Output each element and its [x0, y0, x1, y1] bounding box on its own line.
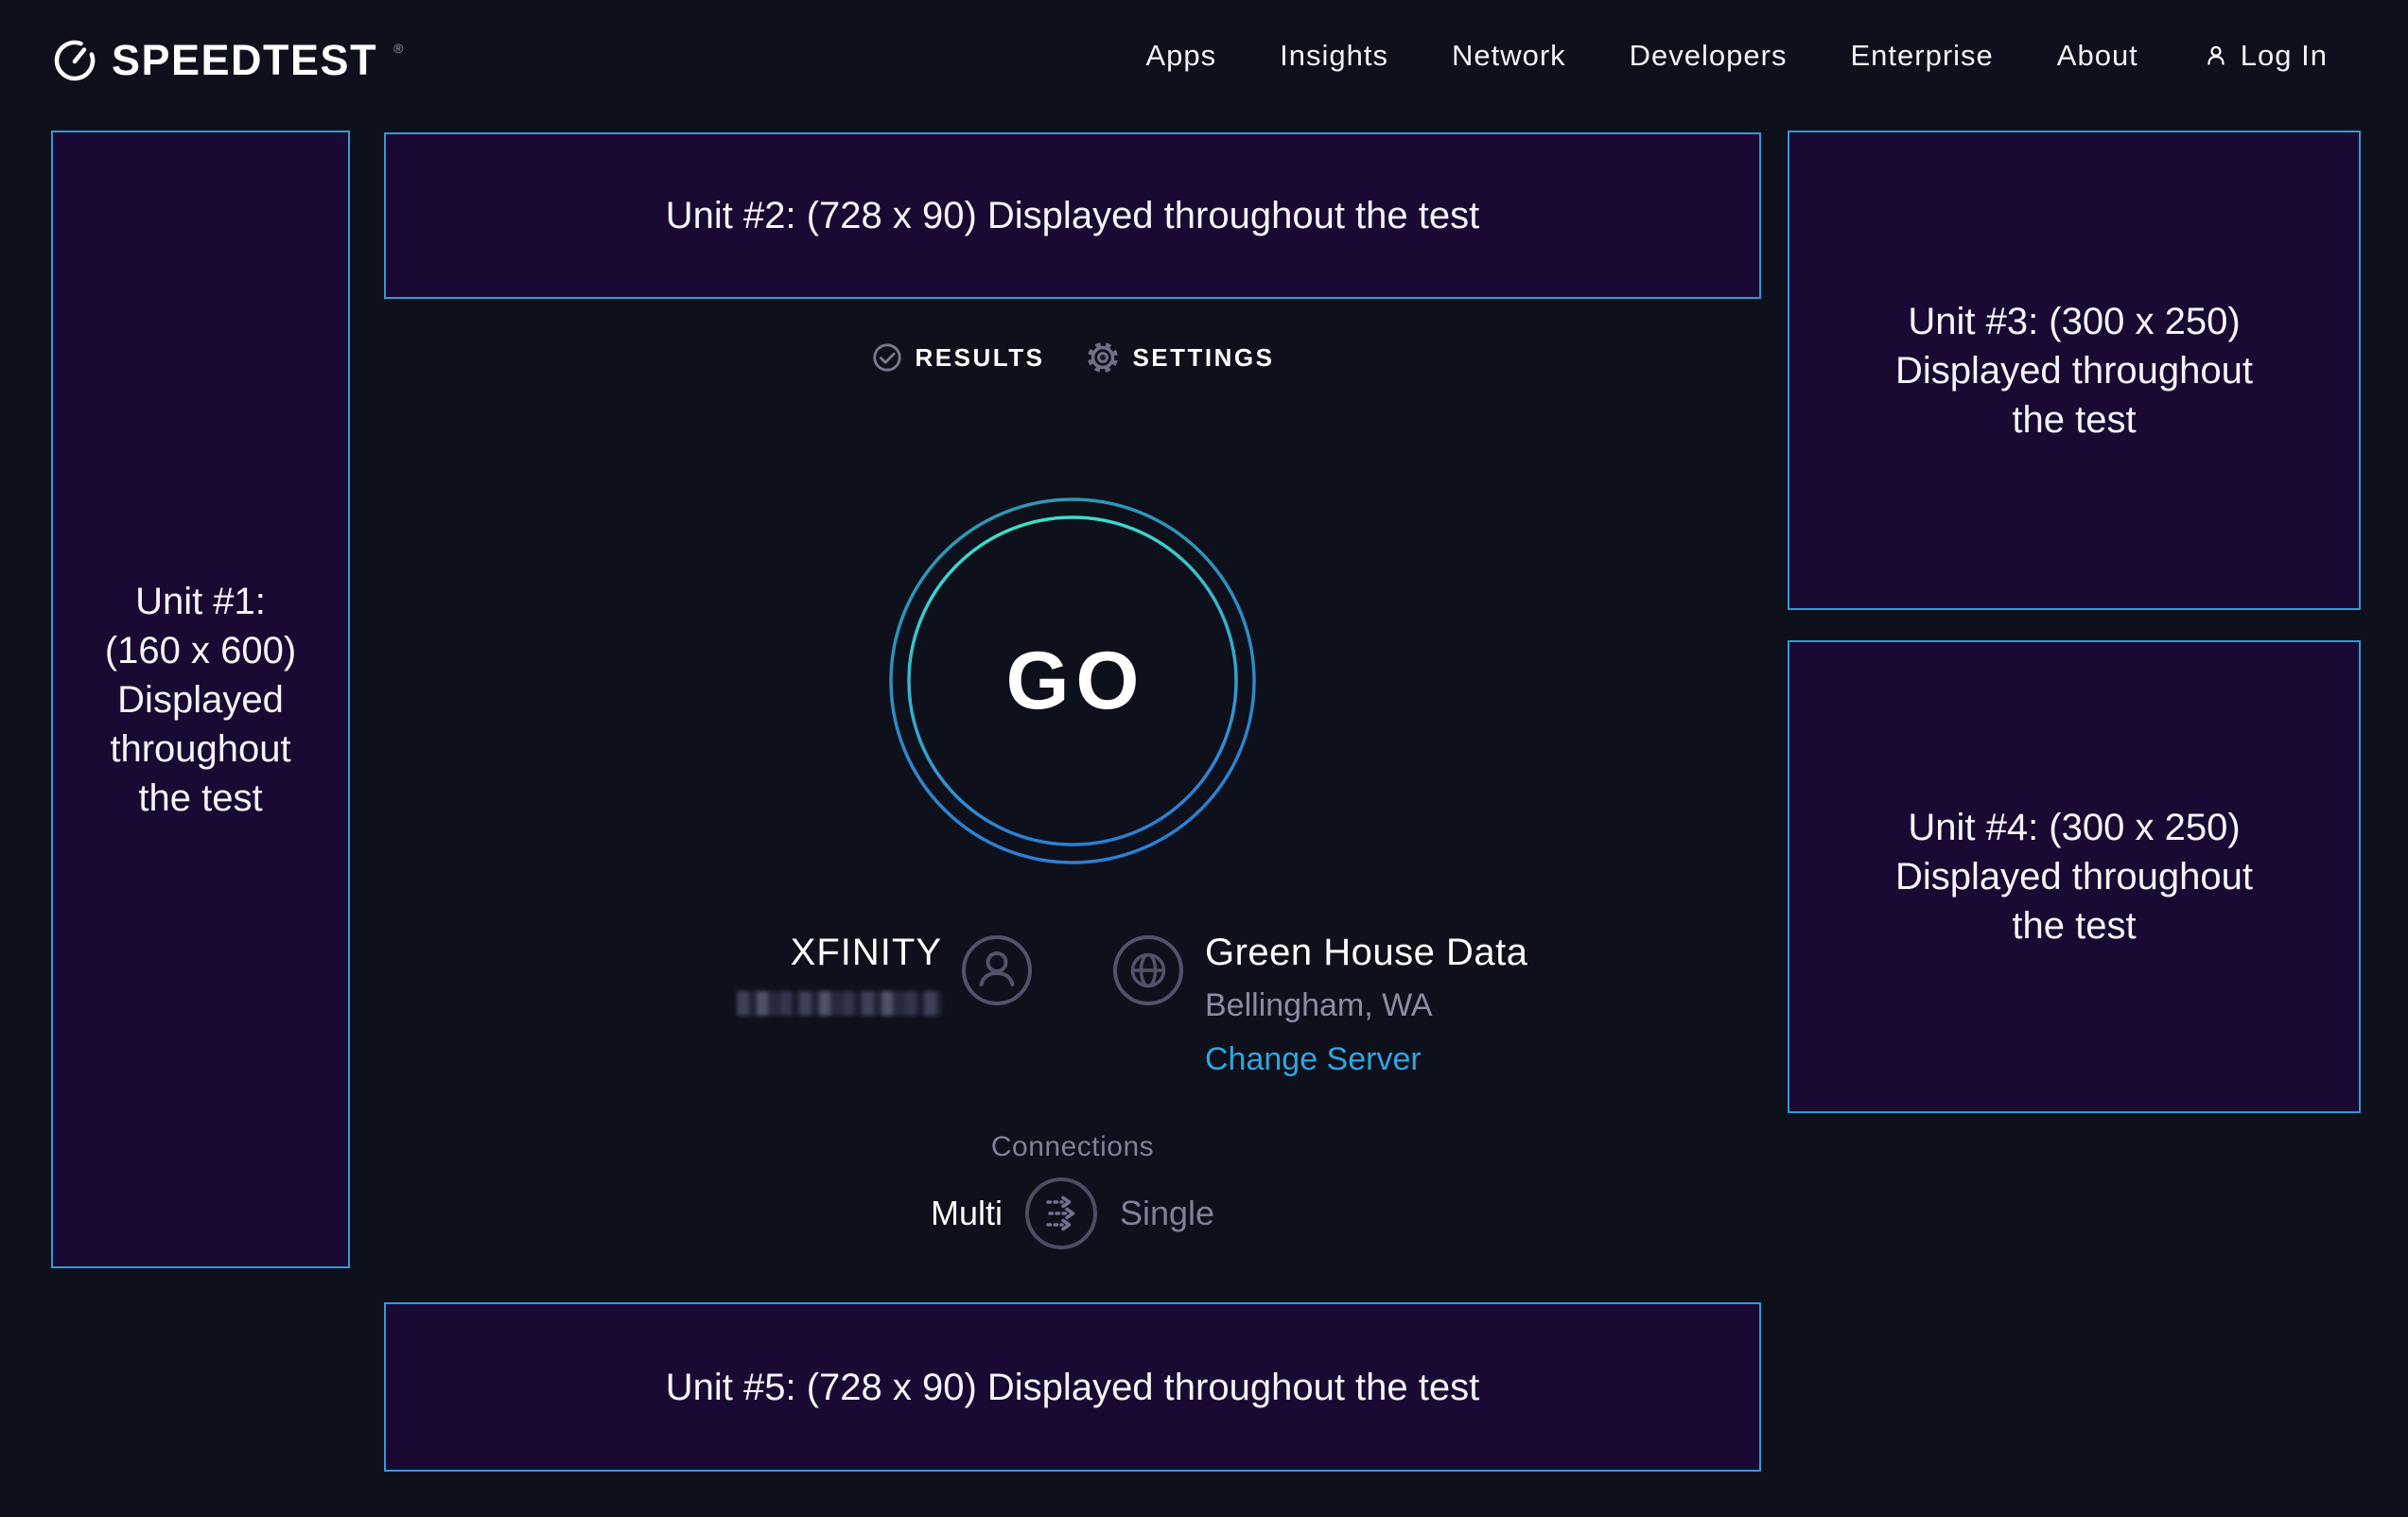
change-server-link[interactable]: Change Server: [1205, 1043, 1528, 1075]
speedometer-gauge-icon: [52, 38, 97, 83]
isp-name[interactable]: XFINITY: [737, 932, 942, 973]
isp-column: XFINITY: [737, 932, 942, 1016]
server-name: Green House Data: [1205, 932, 1528, 973]
connections-multi-option[interactable]: Multi: [931, 1194, 1003, 1233]
connections-title: Connections: [384, 1131, 1761, 1163]
server-location: Bellingham, WA: [1205, 989, 1528, 1021]
login-button[interactable]: Log In: [2202, 39, 2328, 73]
nav-item-insights[interactable]: Insights: [1280, 39, 1388, 73]
ad-unit-1-text: Unit #1: (160 x 600) Displayed throughou…: [100, 577, 301, 823]
login-label: Log In: [2241, 39, 2328, 73]
go-button[interactable]: GO: [888, 497, 1257, 865]
ad-unit-4-text: Unit #4: (300 x 250) Displayed throughou…: [1875, 803, 2274, 950]
nav-item-about[interactable]: About: [2057, 39, 2138, 73]
ad-unit-2-leaderboard[interactable]: Unit #2: (728 x 90) Displayed throughout…: [384, 132, 1761, 299]
ad-unit-3-text: Unit #3: (300 x 250) Displayed throughou…: [1875, 297, 2274, 445]
nav-item-enterprise[interactable]: Enterprise: [1850, 39, 1993, 73]
speedtest-logo[interactable]: SPEEDTEST ®: [52, 36, 403, 85]
check-circle-icon: [871, 341, 903, 374]
gear-icon: [1086, 340, 1120, 375]
server-column: Green House Data Bellingham, WA Change S…: [1205, 932, 1528, 1075]
tab-settings-label: SETTINGS: [1132, 343, 1274, 373]
ad-unit-3-rectangle[interactable]: Unit #3: (300 x 250) Displayed throughou…: [1788, 131, 2361, 610]
ad-unit-4-rectangle[interactable]: Unit #4: (300 x 250) Displayed throughou…: [1788, 640, 2361, 1113]
isp-info: XFINITY: [384, 932, 1033, 1016]
top-nav: Apps Insights Network Developers Enterpr…: [1145, 0, 2328, 112]
user-icon: [2202, 42, 2230, 70]
logo-wordmark: SPEEDTEST: [112, 36, 377, 85]
ad-unit-1-skyscraper[interactable]: Unit #1: (160 x 600) Displayed throughou…: [51, 131, 350, 1268]
user-circle-icon: [961, 934, 1033, 1006]
connections-single-option[interactable]: Single: [1120, 1194, 1214, 1233]
globe-icon: [1112, 934, 1184, 1006]
masked-ip-address: [737, 991, 942, 1016]
ad-unit-2-text: Unit #2: (728 x 90) Displayed throughout…: [666, 191, 1480, 240]
ad-unit-5-text: Unit #5: (728 x 90) Displayed throughout…: [666, 1363, 1480, 1412]
nav-item-apps[interactable]: Apps: [1145, 39, 1216, 73]
tab-results-label: RESULTS: [916, 343, 1045, 373]
tab-settings[interactable]: SETTINGS: [1086, 340, 1274, 375]
ad-unit-5-leaderboard[interactable]: Unit #5: (728 x 90) Displayed throughout…: [384, 1302, 1761, 1472]
nav-item-network[interactable]: Network: [1452, 39, 1566, 73]
speedtest-page: SPEEDTEST ® Apps Insights Network Develo…: [0, 0, 2408, 1517]
logo-trademark: ®: [393, 41, 403, 56]
tabs-bar: RESULTS SETTINGS: [384, 340, 1761, 375]
go-button-label: GO: [888, 497, 1257, 865]
connections-toggle: Multi Single: [384, 1176, 1761, 1251]
multi-connection-icon[interactable]: [1024, 1177, 1098, 1250]
server-info: Green House Data Bellingham, WA Change S…: [1112, 932, 1528, 1075]
tab-results[interactable]: RESULTS: [871, 340, 1045, 375]
nav-item-developers[interactable]: Developers: [1630, 39, 1788, 73]
